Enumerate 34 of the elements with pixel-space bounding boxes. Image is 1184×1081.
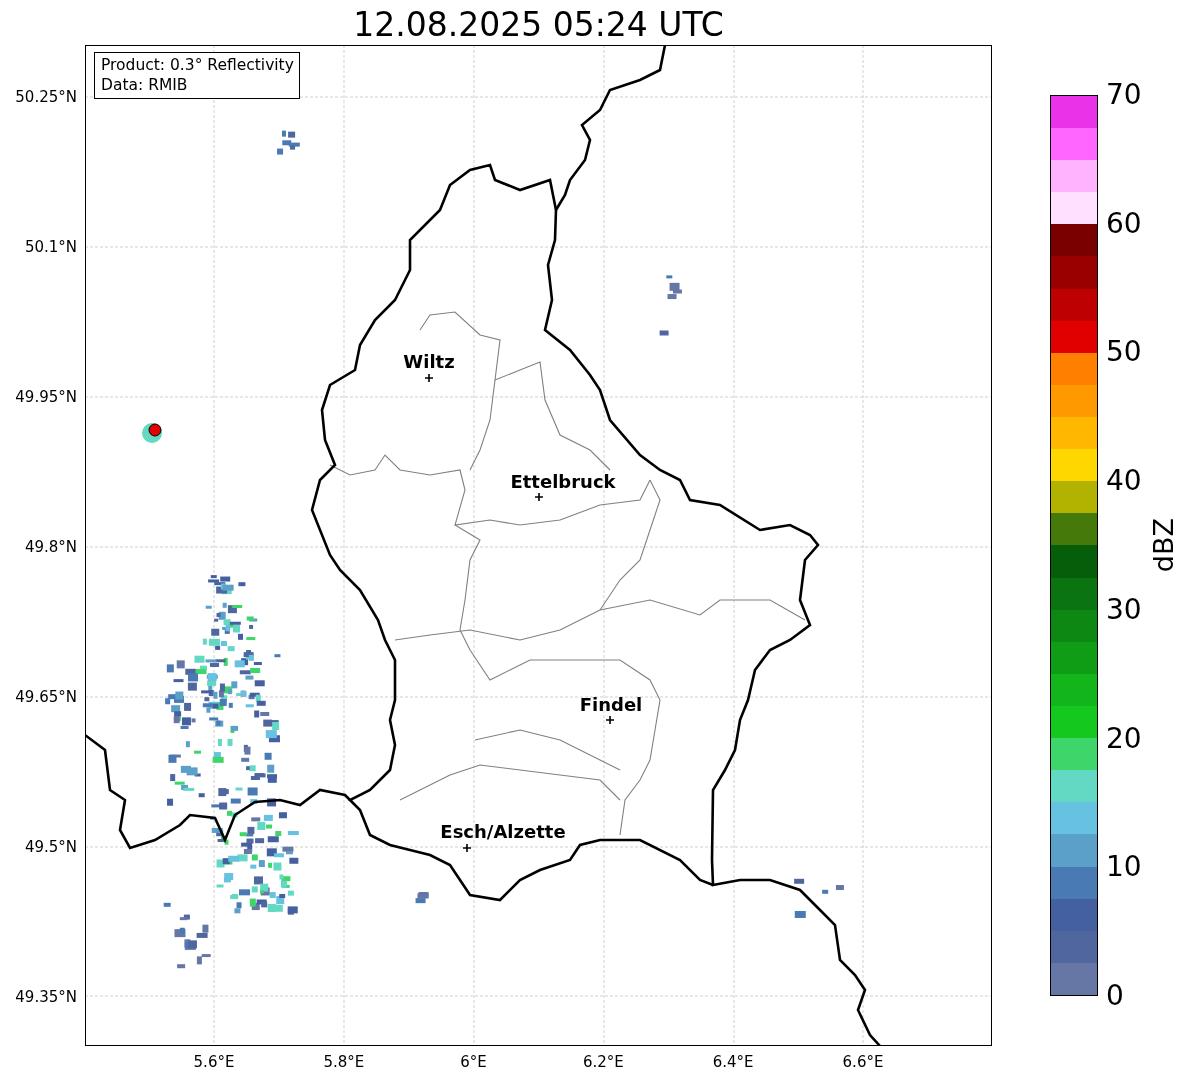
unit-label: dBZ <box>1149 518 1179 573</box>
scale-label: 40 <box>1106 466 1142 497</box>
latitude-label: 49.35°N <box>15 988 77 1006</box>
scale-label: 60 <box>1106 208 1142 239</box>
longitude-label: 5.8°E <box>323 1053 365 1071</box>
radar-site-icon <box>142 423 162 443</box>
scale-label: 10 <box>1106 852 1142 883</box>
city-marker-icon <box>462 843 472 853</box>
scale-label: 0 <box>1106 981 1124 1011</box>
longitude-label: 6.6°E <box>842 1053 884 1071</box>
city-marker-icon <box>424 373 434 383</box>
latitude-label: 49.5°N <box>24 838 77 856</box>
scale-label: 50 <box>1106 337 1142 368</box>
city-label: Ettelbruck <box>510 471 616 492</box>
chart-title: 12.08.2025 05:24 UTC <box>352 4 725 45</box>
latitude-label: 50.25°N <box>15 88 77 106</box>
info-text: Product: 0.3° Reflectivity <box>101 55 294 75</box>
city-label: Wiltz <box>403 351 455 372</box>
city-label: Findel <box>579 694 643 715</box>
longitude-label: 5.6°E <box>193 1053 235 1071</box>
longitude-label: 6.2°E <box>582 1053 624 1071</box>
scale-label: 30 <box>1106 594 1142 625</box>
latitude-label: 49.95°N <box>15 388 77 406</box>
latitude-label: 50.1°N <box>24 238 77 256</box>
city-marker-icon <box>605 715 615 725</box>
city-label: Esch/Alzette <box>440 821 566 842</box>
latitude-label: 49.65°N <box>15 688 77 706</box>
scale-label: 20 <box>1106 723 1142 754</box>
city-marker-icon <box>534 492 544 502</box>
longitude-label: 6°E <box>460 1053 487 1071</box>
longitude-label: 6.4°E <box>712 1053 754 1071</box>
latitude-label: 49.8°N <box>24 538 77 556</box>
info-text: Data: RMIB <box>101 75 189 95</box>
scale-label: 70 <box>1106 80 1142 110</box>
